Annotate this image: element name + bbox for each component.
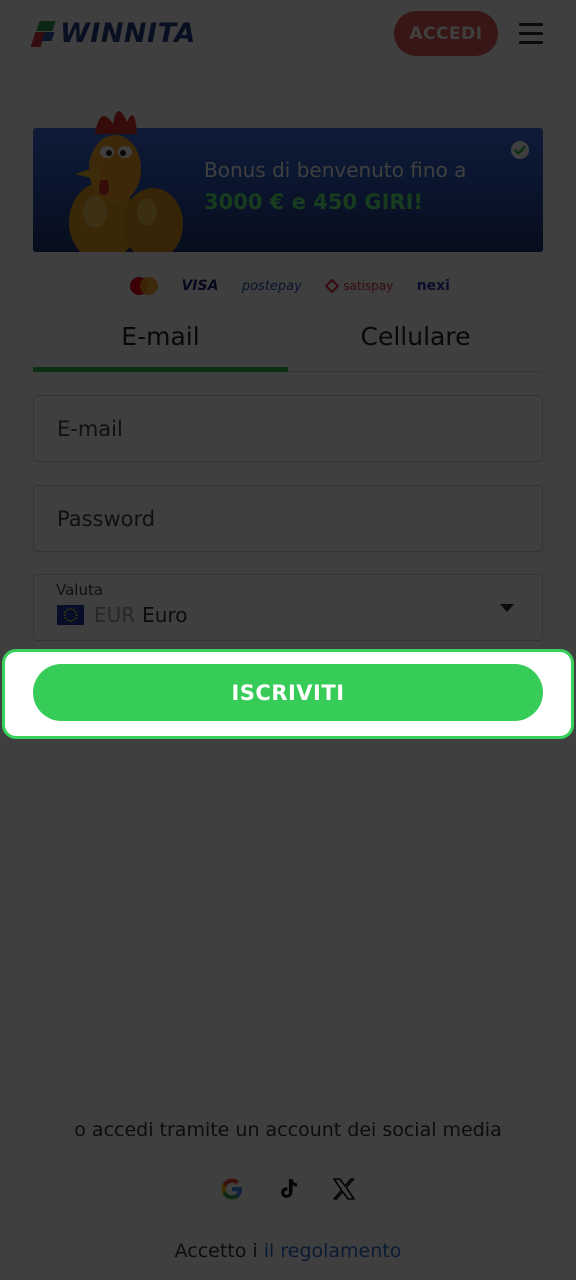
currency-label: Valuta [56,581,104,599]
register-button[interactable]: ISCRIVITI [33,664,543,721]
social-login-prompt: o accedi tramite un account dei social m… [74,1119,502,1141]
email-input[interactable] [34,396,542,461]
chevron-down-icon [500,604,514,612]
rooster-icon [69,110,183,252]
terms-prefix: Accetto i [174,1240,258,1262]
banner-line2: 3000 € e 450 GIRI! [204,190,423,214]
logo-text: WINNITA [60,18,196,49]
login-button[interactable]: ACCEDI [394,11,498,56]
signup-page: WINNITA ACCEDI Bonus di benvenuto fino a… [0,0,576,1280]
banner-line1: Bonus di benvenuto fino a [204,158,467,182]
password-input[interactable] [34,486,542,551]
logo-mark-icon [30,19,56,49]
currency-code: EUR [94,603,136,627]
payment-methods: VISA postepay satispay nexi [130,272,450,300]
tiktok-icon[interactable] [274,1175,302,1203]
x-icon[interactable] [330,1175,358,1203]
mastercard-icon [130,277,158,295]
welcome-bonus-banner[interactable]: Bonus di benvenuto fino a 3000 € e 450 G… [33,110,543,252]
banner-text: Bonus di benvenuto fino a 3000 € e 450 G… [204,158,466,214]
satispay-icon [325,279,340,293]
google-icon[interactable] [218,1175,246,1203]
postepay-logo: postepay [241,278,302,294]
terms-link[interactable]: il regolamento [264,1240,402,1262]
email-field[interactable] [33,395,543,462]
satispay-logo: satispay [325,279,393,293]
social-login-icons [218,1173,358,1205]
winnita-logo[interactable]: WINNITA [30,18,196,49]
currency-select[interactable]: Valuta EUR Euro [33,574,543,641]
nexi-logo: nexi [416,278,450,294]
hamburger-menu-icon[interactable] [519,22,543,44]
signup-tabs: E-mail Cellulare [33,318,543,372]
eu-flag-icon [57,605,84,625]
password-field[interactable] [33,485,543,552]
terms-notice: Accetto i il regolamento [0,1240,576,1262]
currency-name: Euro [142,603,188,627]
tab-email[interactable]: E-mail [33,318,288,372]
currency-value: EUR Euro [57,603,188,627]
satispay-label: satispay [343,279,394,293]
tab-phone[interactable]: Cellulare [288,318,543,371]
visa-logo: VISA [181,278,219,294]
check-icon [511,141,529,159]
